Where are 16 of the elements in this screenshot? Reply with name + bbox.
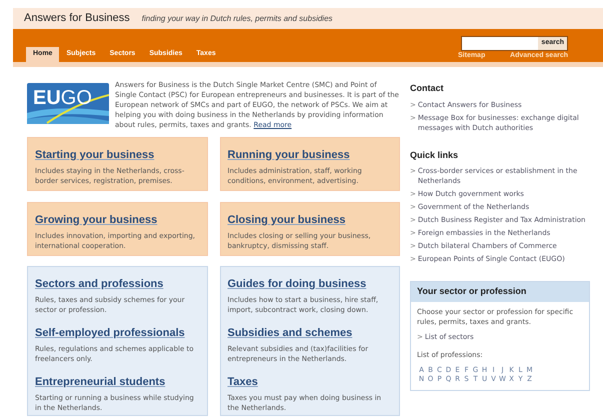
topic-link[interactable]: Growing your business bbox=[35, 213, 158, 227]
topic-link[interactable]: Entrepreneurial students bbox=[35, 375, 166, 389]
logo-text: EUGO bbox=[33, 87, 92, 109]
topic-link[interactable]: Sectors and professions bbox=[35, 277, 164, 291]
topic-link[interactable]: Closing your business bbox=[228, 213, 346, 227]
sidebar-heading: Quick links bbox=[410, 148, 460, 162]
topic-link[interactable]: Guides for doing business bbox=[228, 277, 366, 291]
topic-link[interactable]: Starting your business bbox=[35, 148, 154, 162]
topic-link[interactable]: Running your business bbox=[228, 148, 350, 162]
site-title: Answers for Business bbox=[24, 11, 130, 26]
sidebar-heading: Contact bbox=[410, 82, 444, 95]
site-tagline: finding your way in Dutch rules, permits and subsidies bbox=[142, 12, 333, 24]
topic-link[interactable]: Taxes bbox=[228, 375, 258, 389]
sector-box-title: Your sector or profession bbox=[411, 282, 589, 302]
topic-link[interactable]: Subsidies and schemes bbox=[228, 326, 352, 340]
topic-link[interactable]: Self-employed professionals bbox=[35, 326, 185, 340]
